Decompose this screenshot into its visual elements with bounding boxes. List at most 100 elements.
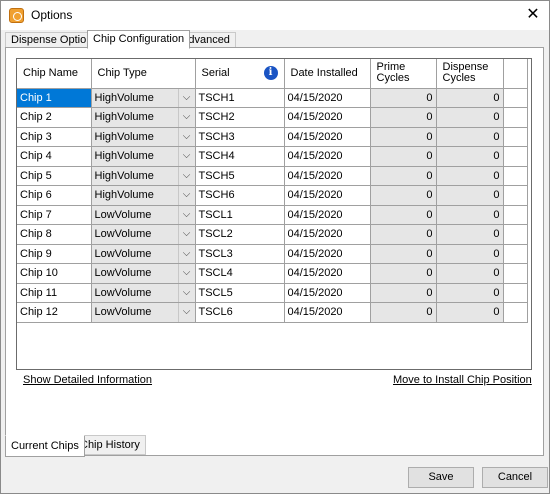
serial-cell[interactable]: TSCL5 — [195, 283, 285, 303]
date-installed-cell[interactable]: 04/15/2020 — [284, 224, 371, 245]
chip-type-dropdown[interactable]: LowVolume ⌵ — [91, 283, 196, 303]
chip-name-cell[interactable]: Chip 9 — [17, 244, 92, 264]
chevron-down-icon[interactable]: ⌵ — [177, 225, 195, 244]
dispense-cycles-cell: 0 — [436, 146, 504, 167]
serial-cell[interactable]: TSCH3 — [195, 127, 285, 147]
save-button[interactable]: Save — [408, 467, 474, 488]
chip-name-cell[interactable]: Chip 5 — [17, 166, 92, 186]
serial-cell[interactable]: TSCH2 — [195, 107, 285, 128]
table-row[interactable]: Chip 5 HighVolume ⌵ TSCH5 04/15/2020 0 0 — [17, 166, 528, 186]
dispense-cycles-cell: 0 — [436, 224, 504, 245]
chevron-down-icon[interactable]: ⌵ — [177, 244, 195, 263]
table-row[interactable]: Chip 2 HighVolume ⌵ TSCH2 04/15/2020 0 0 — [17, 107, 528, 128]
chevron-down-icon[interactable]: ⌵ — [177, 303, 195, 322]
info-icon[interactable]: i — [263, 66, 278, 80]
dispense-cycles-cell: 0 — [436, 302, 504, 323]
column-header-chip-name[interactable]: Chip Name — [17, 59, 92, 89]
date-installed-cell[interactable]: 04/15/2020 — [284, 107, 371, 128]
serial-cell[interactable]: TSCH1 — [195, 88, 285, 108]
dispense-cycles-cell: 0 — [436, 107, 504, 128]
serial-cell[interactable]: TSCL1 — [195, 205, 285, 225]
chip-type-dropdown[interactable]: LowVolume ⌵ — [91, 244, 196, 264]
chevron-down-icon[interactable]: ⌵ — [177, 264, 195, 283]
app-icon — [9, 8, 24, 23]
column-header-dispense-cycles[interactable]: Dispense Cycles — [436, 59, 504, 89]
date-installed-cell[interactable]: 04/15/2020 — [284, 185, 371, 206]
show-detailed-information-link[interactable]: Show Detailed Information — [23, 374, 152, 386]
chip-type-dropdown[interactable]: HighVolume ⌵ — [91, 127, 196, 147]
chevron-down-icon[interactable]: ⌵ — [177, 147, 195, 166]
table-row[interactable]: Chip 11 LowVolume ⌵ TSCL5 04/15/2020 0 0 — [17, 283, 528, 303]
chip-name-cell[interactable]: Chip 4 — [17, 146, 92, 167]
column-header-serial[interactable]: Serial i — [195, 59, 285, 89]
column-header-date-installed[interactable]: Date Installed — [284, 59, 371, 89]
chevron-down-icon[interactable]: ⌵ — [177, 108, 195, 127]
table-row[interactable]: Chip 10 LowVolume ⌵ TSCL4 04/15/2020 0 0 — [17, 263, 528, 284]
title-bar[interactable]: Options ✕ — [1, 1, 549, 30]
chip-type-value: LowVolume — [94, 228, 152, 241]
cancel-button[interactable]: Cancel — [482, 467, 548, 488]
chip-name-cell[interactable]: Chip 12 — [17, 302, 92, 323]
table-row[interactable]: Chip 1 HighVolume ⌵ TSCH1 04/15/2020 0 0 — [17, 88, 528, 108]
date-installed-cell[interactable]: 04/15/2020 — [284, 127, 371, 147]
chip-type-dropdown[interactable]: HighVolume ⌵ — [91, 166, 196, 186]
chip-type-dropdown[interactable]: HighVolume ⌵ — [91, 146, 196, 167]
chip-name-cell[interactable]: Chip 11 — [17, 283, 92, 303]
table-row[interactable]: Chip 7 LowVolume ⌵ TSCL1 04/15/2020 0 0 — [17, 205, 528, 225]
chip-type-dropdown[interactable]: LowVolume ⌵ — [91, 263, 196, 284]
chip-type-dropdown[interactable]: LowVolume ⌵ — [91, 224, 196, 245]
chip-type-dropdown[interactable]: HighVolume ⌵ — [91, 185, 196, 206]
dispense-cycles-cell: 0 — [436, 244, 504, 264]
date-installed-cell[interactable]: 04/15/2020 — [284, 88, 371, 108]
date-installed-cell[interactable]: 04/15/2020 — [284, 166, 371, 186]
chevron-down-icon[interactable]: ⌵ — [177, 283, 195, 302]
move-to-install-chip-position-link[interactable]: Move to Install Chip Position — [393, 374, 532, 386]
chip-type-dropdown[interactable]: HighVolume ⌵ — [91, 107, 196, 128]
serial-cell[interactable]: TSCL2 — [195, 224, 285, 245]
close-button[interactable]: ✕ — [517, 1, 549, 30]
table-row[interactable]: Chip 3 HighVolume ⌵ TSCH3 04/15/2020 0 0 — [17, 127, 528, 147]
chip-name-cell[interactable]: Chip 1 — [17, 88, 92, 108]
chip-name-cell[interactable]: Chip 6 — [17, 185, 92, 206]
chip-name-cell[interactable]: Chip 3 — [17, 127, 92, 147]
column-header-prime-cycles[interactable]: Prime Cycles — [370, 59, 437, 89]
serial-cell[interactable]: TSCL6 — [195, 302, 285, 323]
date-installed-cell[interactable]: 04/15/2020 — [284, 205, 371, 225]
tab-current-chips[interactable]: Current Chips — [5, 435, 85, 457]
serial-cell[interactable]: TSCH4 — [195, 146, 285, 167]
table-row[interactable]: Chip 8 LowVolume ⌵ TSCL2 04/15/2020 0 0 — [17, 224, 528, 245]
date-installed-cell[interactable]: 04/15/2020 — [284, 263, 371, 284]
chevron-down-icon[interactable]: ⌵ — [177, 127, 195, 146]
chevron-down-icon[interactable]: ⌵ — [177, 205, 195, 224]
serial-cell[interactable]: TSCH5 — [195, 166, 285, 186]
chip-type-dropdown[interactable]: LowVolume ⌵ — [91, 302, 196, 323]
table-row[interactable]: Chip 6 HighVolume ⌵ TSCH6 04/15/2020 0 0 — [17, 185, 528, 206]
chip-type-value: LowVolume — [94, 306, 152, 319]
chip-name-cell[interactable]: Chip 8 — [17, 224, 92, 245]
dispense-cycles-cell: 0 — [436, 205, 504, 225]
column-header-chip-type[interactable]: Chip Type — [91, 59, 196, 89]
date-installed-cell[interactable]: 04/15/2020 — [284, 302, 371, 323]
chip-grid[interactable]: Chip Name Chip Type Serial i Date Install… — [16, 58, 532, 370]
serial-cell[interactable]: TSCH6 — [195, 185, 285, 206]
chip-name-cell[interactable]: Chip 7 — [17, 205, 92, 225]
chevron-down-icon[interactable]: ⌵ — [177, 166, 195, 185]
table-row[interactable]: Chip 9 LowVolume ⌵ TSCL3 04/15/2020 0 0 — [17, 244, 528, 264]
date-installed-cell[interactable]: 04/15/2020 — [284, 146, 371, 167]
date-installed-cell[interactable]: 04/15/2020 — [284, 244, 371, 264]
chip-type-dropdown[interactable]: LowVolume ⌵ — [91, 205, 196, 225]
chevron-down-icon[interactable]: ⌵ — [177, 88, 195, 107]
serial-cell[interactable]: TSCL3 — [195, 244, 285, 264]
chip-name-cell[interactable]: Chip 2 — [17, 107, 92, 128]
date-installed-cell[interactable]: 04/15/2020 — [284, 283, 371, 303]
prime-cycles-cell: 0 — [370, 283, 437, 303]
serial-cell[interactable]: TSCL4 — [195, 263, 285, 284]
table-row[interactable]: Chip 12 LowVolume ⌵ TSCL6 04/15/2020 0 0 — [17, 302, 528, 323]
table-row[interactable]: Chip 4 HighVolume ⌵ TSCH4 04/15/2020 0 0 — [17, 146, 528, 167]
chip-type-value: HighVolume — [94, 91, 154, 104]
chevron-down-icon[interactable]: ⌵ — [177, 186, 195, 205]
filler-cell — [503, 205, 528, 225]
chip-name-cell[interactable]: Chip 10 — [17, 263, 92, 284]
tab-chip-configuration[interactable]: Chip Configuration — [87, 30, 191, 49]
chip-type-dropdown[interactable]: HighVolume ⌵ — [91, 88, 196, 108]
